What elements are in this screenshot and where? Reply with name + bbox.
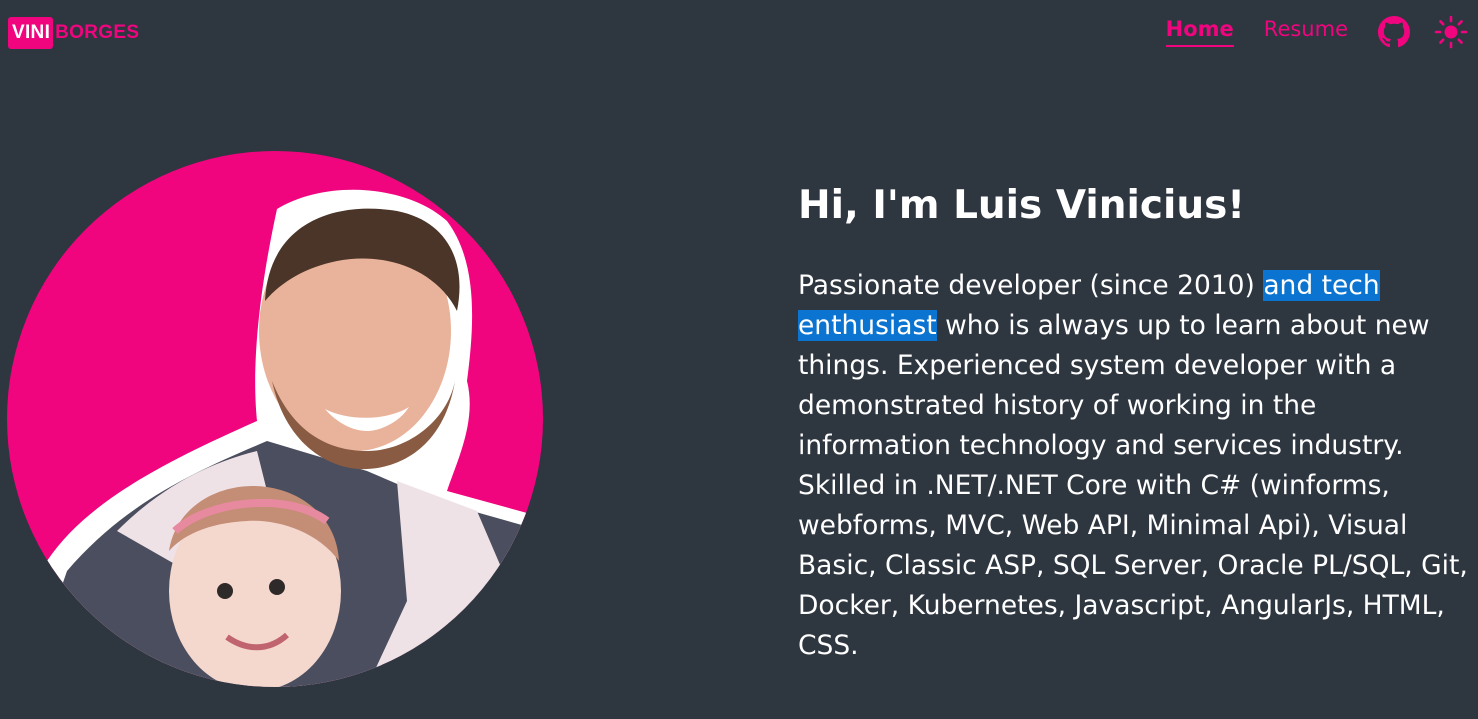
hero-bio: Passionate developer (since 2010) and te… (798, 266, 1468, 666)
hero-title: Hi, I'm Luis Vinicius! (798, 183, 1246, 228)
hero-text: Hi, I'm Luis Vinicius! Passionate develo… (798, 178, 1468, 666)
github-icon[interactable] (1378, 16, 1410, 48)
nav-home-link[interactable]: Home (1165, 17, 1234, 47)
logo-box-text: VINI (8, 17, 54, 49)
bio-text-start: Passionate developer (since 2010) (798, 270, 1264, 301)
logo-rest-text: BORGES (55, 22, 140, 43)
site-logo[interactable]: VINI BORGES (8, 17, 139, 49)
theme-toggle-sun-icon[interactable] (1434, 15, 1468, 49)
main-nav: Home Resume (1165, 10, 1468, 54)
bio-text-end: who is always up to learn about new thin… (798, 310, 1468, 661)
avatar (7, 151, 543, 687)
nav-resume-link[interactable]: Resume (1264, 17, 1348, 47)
page: VINI BORGES Home Resume Hi, I'm Luis Vin… (0, 0, 1478, 719)
